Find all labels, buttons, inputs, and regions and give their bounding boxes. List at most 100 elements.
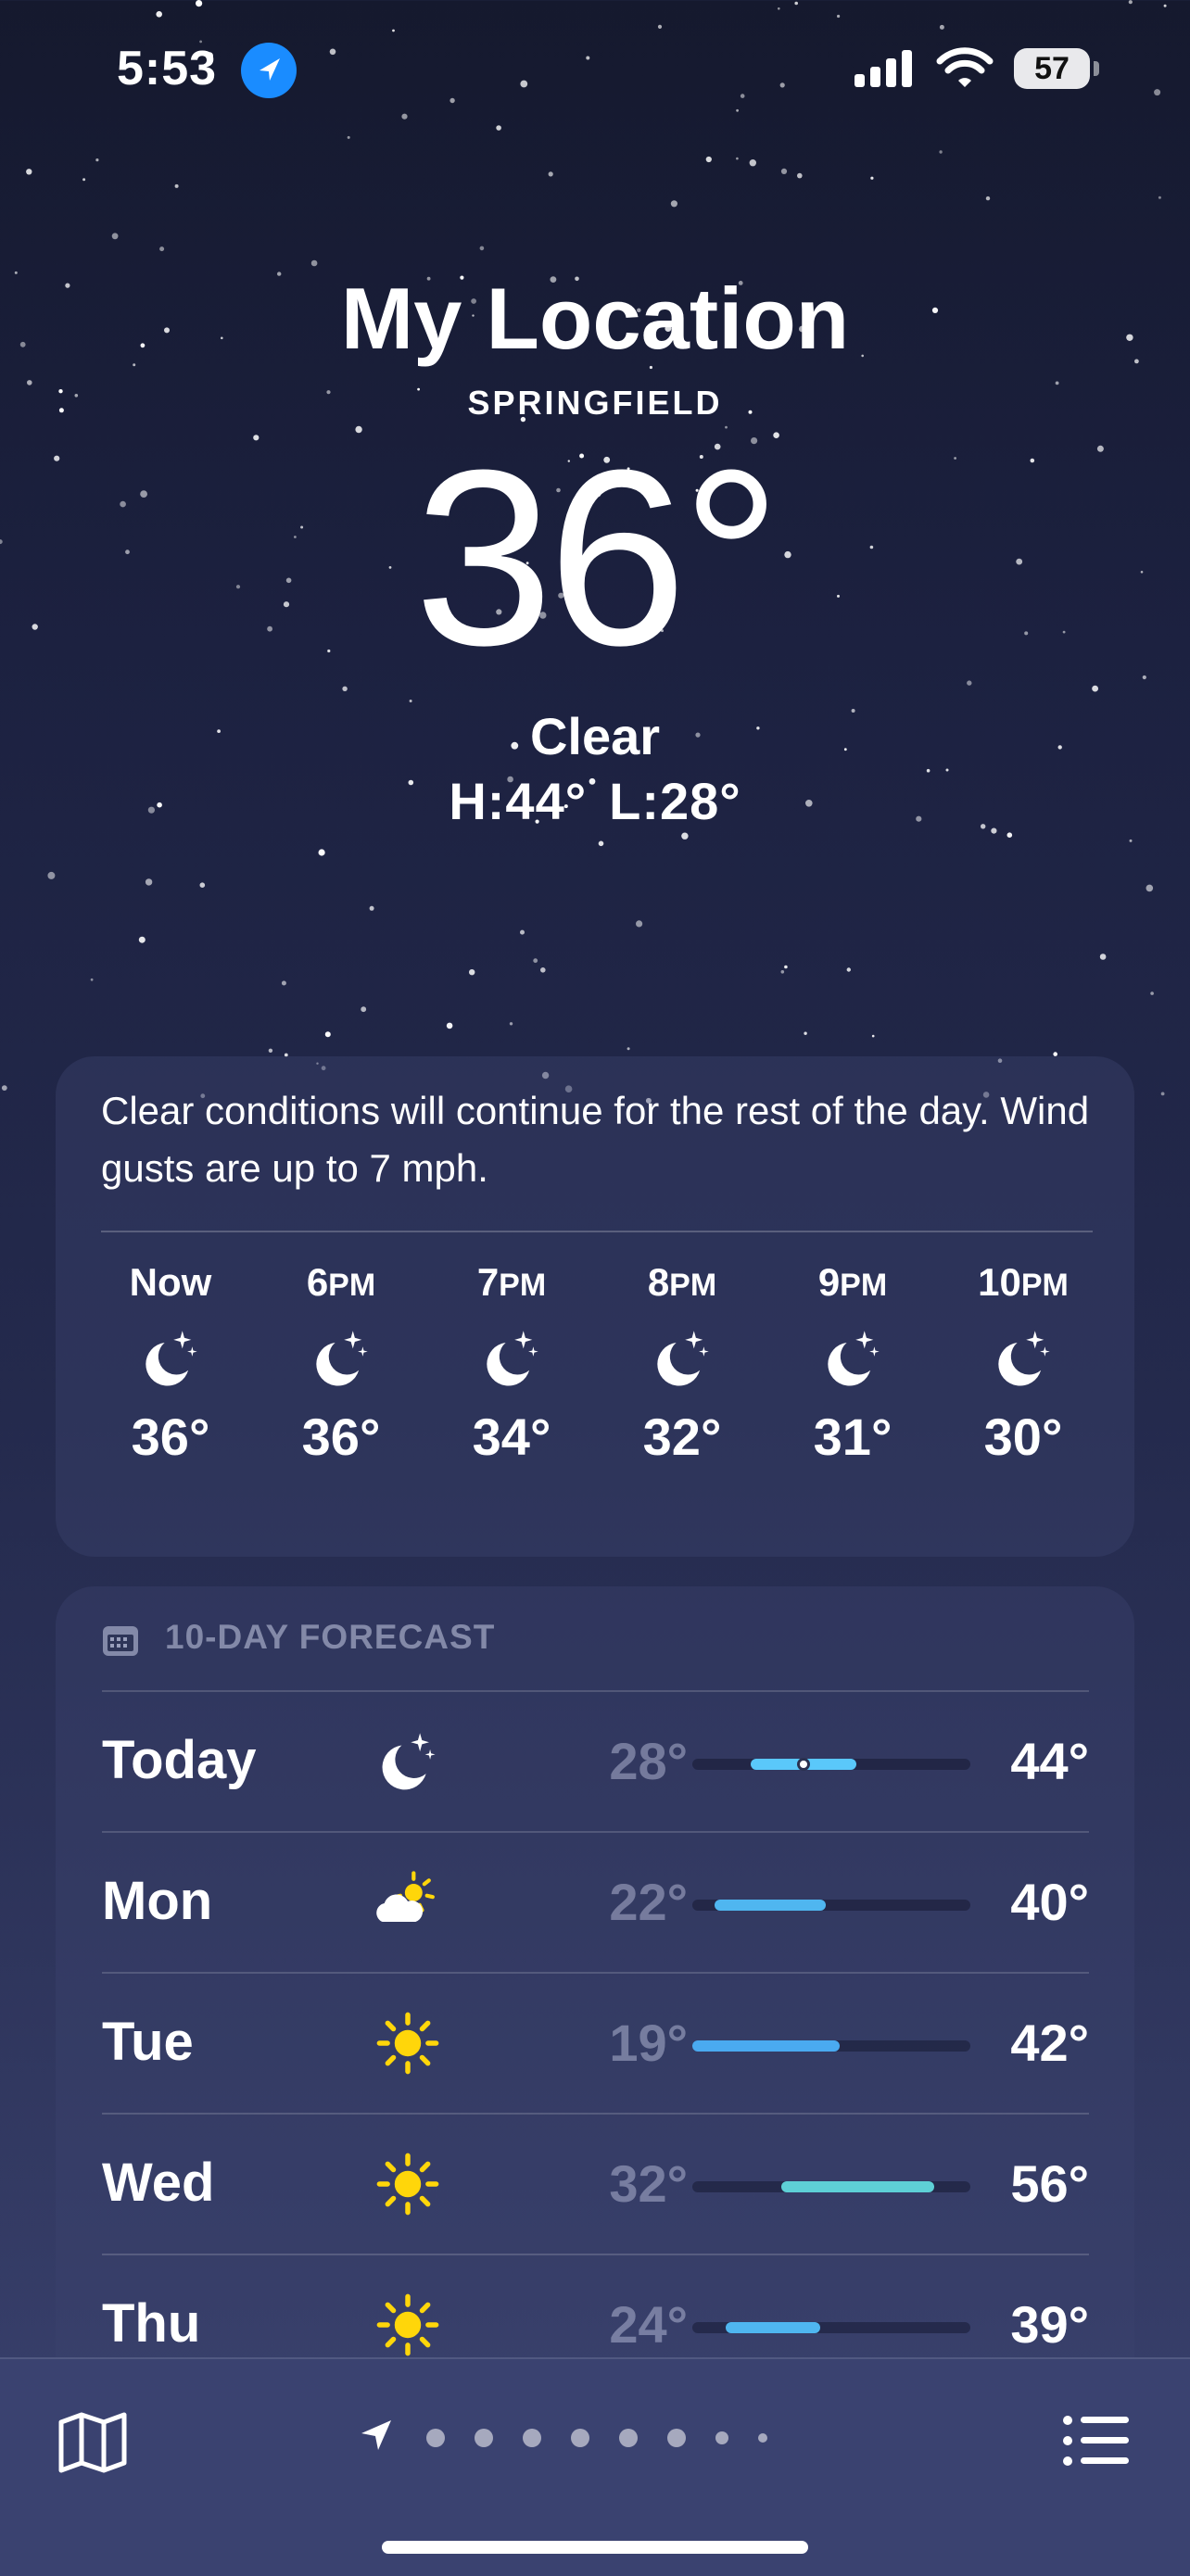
hour-unit: PM <box>328 1268 376 1303</box>
moon-stars-icon <box>954 1316 1093 1401</box>
moon-stars-icon <box>272 1316 411 1401</box>
forecast-low: 24° <box>609 2295 688 2354</box>
hourly-item: Now 36° <box>101 1260 240 1467</box>
hourly-forecast-card[interactable]: Clear conditions will continue for the r… <box>56 1056 1134 1557</box>
location-arrow-icon[interactable] <box>358 2417 395 2458</box>
temperature-range-bar <box>692 2181 970 2192</box>
page-dot[interactable] <box>667 2428 686 2447</box>
forecast-header: 10-DAY FORECAST <box>165 1618 496 1656</box>
moon-stars-icon <box>371 1727 445 1796</box>
temperature-range-bar <box>692 1900 970 1911</box>
hour-number: 10 <box>978 1260 1021 1304</box>
current-condition: Clear <box>529 707 661 765</box>
temperature-range-fill <box>726 2322 820 2333</box>
page-dot[interactable] <box>426 2428 445 2447</box>
weather-summary: Clear conditions will continue for the r… <box>101 1089 1090 1190</box>
temperature-range-bar <box>692 2040 970 2052</box>
forecast-low: 28° <box>609 1732 688 1790</box>
high-temp: H:44° <box>449 772 588 830</box>
low-temp: L:28° <box>609 772 741 830</box>
hour-unit: PM <box>499 1268 547 1303</box>
list-icon[interactable] <box>1062 2415 1131 2471</box>
status-time: 5:53 <box>117 42 218 95</box>
forecast-high: 42° <box>1010 2014 1089 2072</box>
page-dot[interactable] <box>475 2428 493 2447</box>
temperature-range-bar <box>692 1758 970 1771</box>
bottom-toolbar <box>0 2357 1190 2576</box>
current-temperature: 36° <box>413 419 781 698</box>
moon-stars-icon <box>783 1316 922 1401</box>
moon-stars-icon <box>101 1316 240 1401</box>
status-bar: 5:53 57 <box>0 0 1190 139</box>
forecast-low: 32° <box>609 2154 688 2213</box>
hour-unit: PM <box>1020 1268 1069 1303</box>
hourly-list[interactable]: Now 36° 6PM 36° 7PM 34° 8PM 32° 9PM 31° 10PM … <box>101 1260 1093 1467</box>
moon-stars-icon <box>613 1316 752 1401</box>
forecast-low: 22° <box>609 1873 688 1931</box>
cellular-signal-icon <box>855 48 918 94</box>
page-dot[interactable] <box>715 2431 728 2444</box>
forecast-day: Today <box>102 1730 257 1790</box>
hour-label: 10PM <box>954 1260 1093 1316</box>
hour-temp: 31° <box>813 1408 892 1466</box>
location-subtitle: SPRINGFIELD <box>467 384 723 422</box>
wifi-icon <box>936 44 994 95</box>
battery-cap <box>1094 61 1099 76</box>
hourly-item: 8PM 32° <box>613 1260 752 1467</box>
hour-temp: 36° <box>131 1408 210 1466</box>
hour-temp: 36° <box>301 1408 381 1466</box>
hour-number: 7 <box>476 1260 500 1304</box>
temperature-range-bar <box>692 2322 970 2333</box>
sun-icon <box>371 2150 445 2218</box>
hour-temp: 32° <box>642 1408 722 1466</box>
temperature-range-fill <box>692 2040 840 2052</box>
hour-temp: 30° <box>983 1408 1063 1466</box>
page-dot[interactable] <box>758 2432 767 2443</box>
forecast-high: 56° <box>1010 2154 1089 2213</box>
hourly-item: 7PM 34° <box>442 1260 581 1467</box>
page-dot[interactable] <box>571 2428 589 2447</box>
forecast-day: Thu <box>102 2293 201 2354</box>
battery-indicator: 57 <box>1014 48 1090 89</box>
hourly-item: 6PM 36° <box>272 1260 411 1467</box>
home-indicator[interactable] <box>382 2541 808 2554</box>
hour-label: 6PM <box>272 1260 411 1316</box>
hour-temp: 34° <box>472 1408 551 1466</box>
forecast-row[interactable]: Tue 19° 42° <box>102 1972 1089 2113</box>
forecast-row[interactable]: Mon 22° 40° <box>102 1831 1089 1972</box>
forecast-row[interactable]: Today 28° 44° <box>102 1690 1089 1831</box>
hour-number: Now <box>129 1260 212 1304</box>
current-temp-dot <box>797 1758 810 1771</box>
forecast-row[interactable]: Wed 32° 56° <box>102 2113 1089 2254</box>
hourly-item: 9PM 31° <box>783 1260 922 1467</box>
forecast-high: 40° <box>1010 1873 1089 1931</box>
cloud-sun-icon <box>371 1868 445 1937</box>
moon-stars-icon <box>442 1316 581 1401</box>
divider <box>101 1231 1093 1232</box>
hour-number: 8 <box>647 1260 670 1304</box>
location-arrow-icon <box>241 43 297 98</box>
page-indicator[interactable] <box>358 2417 782 2458</box>
hour-unit: PM <box>669 1268 717 1303</box>
sun-icon <box>371 2291 445 2359</box>
temperature-range-fill <box>715 1900 826 1911</box>
hourly-item: 10PM 30° <box>954 1260 1093 1467</box>
hour-label: Now <box>101 1260 240 1316</box>
hour-unit: PM <box>840 1268 888 1303</box>
temperature-range-fill <box>781 2181 934 2192</box>
forecast-high: 39° <box>1010 2295 1089 2354</box>
hour-label: 9PM <box>783 1260 922 1316</box>
forecast-rows: Today 28° 44° Mon 22° 40° Tue 19° 42° Wed 32° 56°… <box>102 1690 1089 2394</box>
forecast-low: 19° <box>609 2014 688 2072</box>
forecast-high: 44° <box>1010 1732 1089 1790</box>
forecast-day: Tue <box>102 2012 194 2072</box>
hour-label: 8PM <box>613 1260 752 1316</box>
forecast-day: Wed <box>102 2153 215 2213</box>
page-dot[interactable] <box>523 2428 541 2447</box>
calendar-icon <box>102 1623 139 1661</box>
page-dot[interactable] <box>619 2428 638 2447</box>
location-title: My Location <box>340 270 850 367</box>
hour-number: 6 <box>306 1260 329 1304</box>
map-icon[interactable] <box>57 2411 128 2479</box>
forecast-day: Mon <box>102 1871 213 1931</box>
